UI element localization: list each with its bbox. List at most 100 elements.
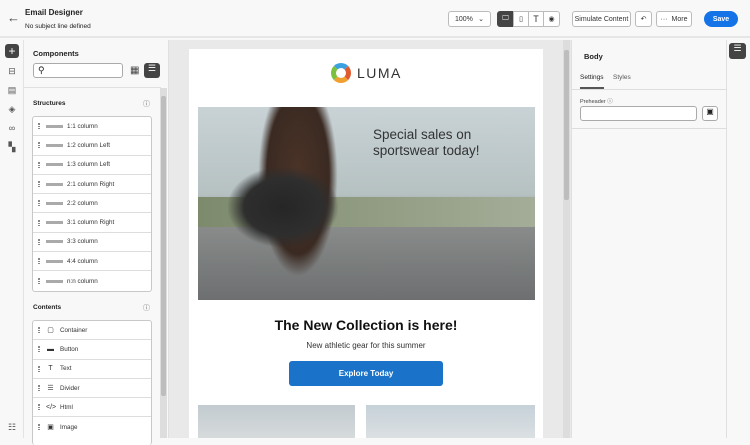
zoom-select[interactable]: 100% ⌄	[448, 11, 491, 27]
desktop-view-button[interactable]: 🖵	[497, 11, 514, 27]
product-image-left	[198, 405, 355, 438]
structure-label: 3:1 column Right	[67, 219, 115, 227]
simulate-content-button[interactable]: Simulate Content	[572, 11, 631, 27]
structure-item[interactable]: 3:3 column	[33, 233, 151, 253]
structure-item[interactable]: 3:1 column Right	[33, 213, 151, 233]
structure-icon	[46, 124, 63, 128]
link-icon[interactable]: ∞	[5, 121, 19, 135]
preheader-input[interactable]	[580, 106, 697, 121]
email-canvas: LUMA Special sales on sportswear today! …	[169, 40, 571, 438]
drag-handle-icon[interactable]	[38, 346, 40, 353]
personalization-icon[interactable]: ▚	[5, 140, 19, 154]
drag-handle-icon[interactable]	[38, 424, 40, 431]
structure-item[interactable]: 2:1 column Right	[33, 175, 151, 195]
drag-handle-icon[interactable]	[38, 123, 40, 130]
structure-icon	[46, 240, 63, 244]
content-item[interactable]: ▬ Button	[33, 340, 151, 360]
grid-view-icon[interactable]: ▦	[130, 65, 139, 76]
undo-button[interactable]: ↶	[635, 11, 652, 27]
email-heading: The New Collection is here!	[274, 317, 458, 333]
structure-icon	[46, 279, 63, 283]
structure-item[interactable]: 4:4 column	[33, 252, 151, 272]
undo-icon: ↶	[640, 16, 647, 23]
tab-styles[interactable]: Styles	[613, 74, 631, 81]
drag-handle-icon[interactable]	[38, 200, 40, 207]
panel-title: Body	[584, 52, 603, 61]
hero-text: Special sales on sportswear today!	[373, 127, 480, 158]
more-button[interactable]: ··· More	[656, 11, 692, 27]
explore-today-button[interactable]: Explore Today	[289, 361, 443, 386]
drag-handle-icon[interactable]	[38, 258, 40, 265]
structure-item[interactable]: 2:2 column	[33, 194, 151, 214]
drag-handle-icon[interactable]	[38, 142, 40, 149]
structure-item[interactable]: 1:1 column	[33, 117, 151, 137]
scrollbar[interactable]	[160, 88, 167, 438]
page-title: Email Designer	[25, 8, 83, 17]
product-image-right	[366, 405, 535, 438]
ellipsis-icon: ···	[660, 15, 668, 23]
info-icon[interactable]: ⓘ	[143, 99, 150, 109]
content-item[interactable]: ▢ Container	[33, 321, 151, 341]
settings-layers-icon[interactable]: ☷	[5, 420, 19, 434]
canvas-scrollbar[interactable]	[563, 40, 570, 438]
html-icon: </>	[46, 403, 57, 411]
layers-icon[interactable]: ◈	[5, 102, 19, 116]
add-components-icon[interactable]: +	[5, 44, 19, 58]
assets-icon[interactable]: ▤	[5, 83, 19, 97]
structure-label: 2:1 column Right	[67, 180, 115, 188]
left-rail: + ⊟ ▤ ◈ ∞ ▚ ☷	[0, 40, 24, 438]
structure-item[interactable]: 1:3 column Left	[33, 156, 151, 175]
structures-title: Structures	[33, 100, 66, 107]
drag-handle-icon[interactable]	[38, 238, 40, 245]
luma-logo-icon	[331, 63, 351, 83]
drag-handle-icon[interactable]	[38, 385, 40, 392]
drag-handle-icon[interactable]	[38, 219, 40, 226]
image-icon: ▣	[47, 424, 54, 432]
structure-label: 2:2 column	[67, 199, 98, 207]
search-input[interactable]: ⚲	[33, 63, 123, 78]
structure-item[interactable]: n:n column	[33, 271, 151, 290]
content-item[interactable]: T Text	[33, 360, 151, 379]
structure-icon	[46, 221, 63, 225]
personalize-icon[interactable]: ▣	[702, 106, 718, 121]
components-panel: Components ⚲ ▦ ☰ Structures ⓘ 1:1 column…	[24, 40, 169, 445]
contents-list: ▢ Container ▬ Button T Text ☰ Divider </> Html ▣ Im…	[32, 320, 152, 445]
content-label: Divider	[60, 384, 80, 392]
email-subheading: New athletic gear for this summer	[306, 341, 426, 350]
properties-toggle-icon[interactable]: ☰	[729, 43, 746, 59]
structure-label: n:n column	[67, 277, 98, 285]
fragments-icon[interactable]: ⊟	[5, 64, 19, 78]
save-button[interactable]: Save	[704, 11, 738, 27]
content-label: Text	[60, 365, 72, 373]
text-view-button[interactable]: T	[528, 11, 544, 27]
drag-handle-icon[interactable]	[38, 278, 40, 285]
back-arrow-icon[interactable]: ←	[7, 10, 20, 25]
structure-item[interactable]: 1:2 column Left	[33, 136, 151, 156]
drag-handle-icon[interactable]	[38, 327, 40, 334]
drag-handle-icon[interactable]	[38, 404, 40, 411]
structure-icon	[46, 143, 63, 147]
properties-panel: Body Settings Styles Preheader ⓘ ▣	[571, 40, 727, 438]
structure-label: 3:3 column	[67, 238, 98, 246]
structure-icon	[46, 259, 63, 263]
structure-icon	[46, 201, 63, 205]
content-item[interactable]: ▣ Image	[33, 417, 151, 436]
info-icon[interactable]: ⓘ	[607, 99, 613, 105]
list-view-icon[interactable]: ☰	[144, 63, 160, 78]
hero-image: Special sales on sportswear today!	[198, 107, 535, 300]
email-body[interactable]: LUMA Special sales on sportswear today! …	[189, 49, 543, 438]
mobile-view-button[interactable]: ▯	[513, 11, 529, 27]
preview-eye-button[interactable]: ◉	[543, 11, 560, 27]
info-icon[interactable]: ⓘ	[143, 303, 150, 313]
header: ← Email Designer No subject line defined…	[0, 0, 750, 38]
drag-handle-icon[interactable]	[38, 365, 40, 372]
content-item[interactable]: ☰ Divider	[33, 379, 151, 399]
tab-settings[interactable]: Settings	[580, 74, 604, 89]
structure-label: 1:2 column Left	[67, 141, 111, 149]
button-icon: ▬	[47, 345, 54, 353]
text-icon: T	[48, 365, 53, 373]
content-item[interactable]: </> Html	[33, 398, 151, 418]
divider-icon: ☰	[47, 385, 54, 393]
drag-handle-icon[interactable]	[38, 161, 40, 168]
drag-handle-icon[interactable]	[38, 181, 40, 188]
